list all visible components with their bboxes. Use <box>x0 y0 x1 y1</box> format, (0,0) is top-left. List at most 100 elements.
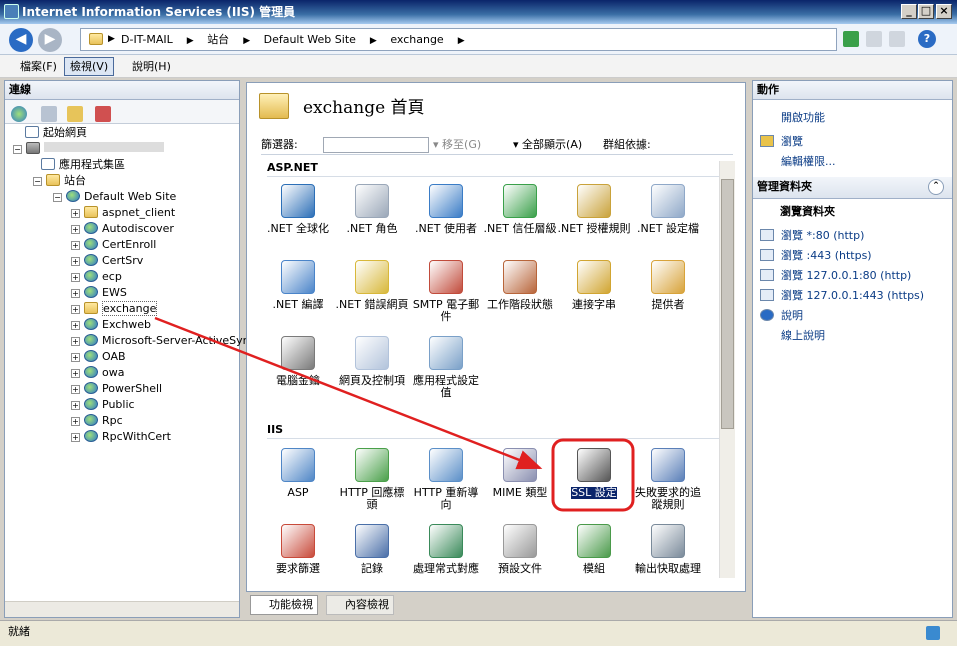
address-breadcrumb[interactable]: ▶ D-IT-MAIL ▶ 站台 ▶ Default Web Site ▶ excha… <box>80 28 837 51</box>
scrollbar-thumb[interactable] <box>721 179 734 429</box>
tree-node[interactable]: + Rpc <box>71 413 123 429</box>
expand-toggle-icon[interactable]: + <box>71 385 80 394</box>
expand-toggle-icon[interactable]: + <box>71 401 80 410</box>
action-explore[interactable]: 開啟功能 <box>781 109 825 125</box>
connect-icon[interactable] <box>11 106 27 122</box>
crumb-exchange[interactable]: exchange <box>390 29 443 50</box>
expand-toggle-icon[interactable]: + <box>71 289 80 298</box>
feature-item[interactable]: .NET 信任層級 <box>483 184 557 235</box>
tree-node[interactable]: + owa <box>71 365 124 381</box>
feature-item[interactable]: ASP <box>261 448 335 499</box>
tab-features-view[interactable]: 功能檢視 <box>250 595 318 615</box>
expand-toggle-icon[interactable]: + <box>71 225 80 234</box>
feature-item[interactable]: 模組 <box>557 524 631 575</box>
disconnect-icon[interactable] <box>95 106 111 122</box>
feature-item[interactable]: SMTP 電子郵件 <box>409 260 483 323</box>
crumb-default-web-site[interactable]: Default Web Site <box>264 29 356 50</box>
menu-file[interactable]: 檔案(F) <box>14 57 63 76</box>
tree-node[interactable]: + EWS <box>71 285 127 301</box>
feature-item[interactable]: .NET 授權規則 <box>557 184 631 235</box>
feature-item[interactable]: HTTP 回應標頭 <box>335 448 409 511</box>
tree-node[interactable]: − Default Web Site <box>53 189 176 205</box>
expand-toggle-icon[interactable]: + <box>71 241 80 250</box>
feature-item[interactable]: 輸出快取處理 <box>631 524 705 575</box>
feature-item[interactable]: 處理常式對應 <box>409 524 483 575</box>
forward-icon[interactable]: ▶ <box>38 28 62 52</box>
menu-view[interactable]: 檢視(V) <box>64 57 115 76</box>
tree-node[interactable]: − 站台 <box>33 173 86 189</box>
tree-node[interactable]: + aspnet_client <box>71 205 175 221</box>
tab-content-view[interactable]: 內容檢視 <box>326 595 394 615</box>
crumb-server[interactable]: D-IT-MAIL <box>121 29 173 50</box>
expand-toggle-icon[interactable]: + <box>71 353 80 362</box>
expand-toggle-icon[interactable]: − <box>13 145 22 154</box>
feature-item[interactable]: 電腦金鑰 <box>261 336 335 387</box>
maximize-button[interactable]: □ <box>918 4 934 19</box>
expand-toggle-icon[interactable]: + <box>71 273 80 282</box>
back-icon[interactable]: ◀ <box>9 28 33 52</box>
tree-node[interactable]: + exchange <box>71 301 158 317</box>
collapse-icon[interactable]: ⌃ <box>928 179 944 195</box>
expand-toggle-icon[interactable]: + <box>71 369 80 378</box>
feature-item[interactable]: 網頁及控制項 <box>335 336 409 387</box>
feature-item[interactable]: 預設文件 <box>483 524 557 575</box>
vertical-scrollbar[interactable] <box>719 161 735 578</box>
filter-input[interactable] <box>323 137 429 153</box>
show-all-button[interactable]: ▾ 全部顯示(A) <box>513 135 582 155</box>
action-edit-permissions[interactable]: 編輯權限... <box>781 153 836 169</box>
tree-node[interactable]: + Exchweb <box>71 317 151 333</box>
browse-link[interactable]: 瀏覽 127.0.0.1:443 (https) <box>781 287 924 303</box>
browse-link[interactable]: 瀏覽 :443 (https) <box>781 247 872 263</box>
tree-node[interactable]: 起始網頁 <box>25 125 87 141</box>
expand-toggle-icon[interactable]: + <box>71 417 80 426</box>
expand-toggle-icon[interactable]: − <box>33 177 42 186</box>
feature-item[interactable]: .NET 角色 <box>335 184 409 235</box>
action-online-help[interactable]: 線上說明 <box>781 327 825 343</box>
stop-icon[interactable] <box>866 31 882 47</box>
expand-toggle-icon[interactable]: + <box>71 209 80 218</box>
group-by-label[interactable]: 群組依據: <box>603 135 651 155</box>
expand-toggle-icon[interactable]: + <box>71 257 80 266</box>
feature-item[interactable]: SSL 設定 <box>557 448 631 499</box>
tree-node[interactable]: + RpcWithCert <box>71 429 171 445</box>
action-help[interactable]: 說明 <box>781 307 803 323</box>
tree-node[interactable]: 應用程式集區 <box>41 157 125 173</box>
goto-button[interactable]: ▾ 移至(G) <box>433 135 481 155</box>
crumb-sites[interactable]: 站台 <box>207 29 229 50</box>
feature-item[interactable]: .NET 設定檔 <box>631 184 705 235</box>
refresh-icon[interactable] <box>843 31 859 47</box>
tree-node[interactable]: + Microsoft-Server-ActiveSync <box>71 333 256 349</box>
tree-node[interactable]: + Autodiscover <box>71 221 174 237</box>
feature-item[interactable]: 失敗要求的追蹤規則 <box>631 448 705 511</box>
close-button[interactable]: × <box>936 4 952 19</box>
feature-item[interactable]: 記錄 <box>335 524 409 575</box>
tree-node[interactable]: + CertEnroll <box>71 237 156 253</box>
horizontal-scrollbar[interactable] <box>5 601 239 617</box>
browse-link[interactable]: 瀏覽 127.0.0.1:80 (http) <box>781 267 911 283</box>
help-icon[interactable]: ? <box>918 30 936 48</box>
feature-item[interactable]: HTTP 重新導向 <box>409 448 483 511</box>
feature-item[interactable]: 要求篩選 <box>261 524 335 575</box>
expand-toggle-icon[interactable]: + <box>71 433 80 442</box>
expand-toggle-icon[interactable]: + <box>71 305 80 314</box>
tree-node[interactable]: − <box>13 141 164 157</box>
feature-item[interactable]: 提供者 <box>631 260 705 311</box>
tree-node[interactable]: + Public <box>71 397 135 413</box>
up-folder-icon[interactable] <box>67 106 83 122</box>
feature-item[interactable]: .NET 編譯 <box>261 260 335 311</box>
feature-item[interactable]: .NET 錯誤網頁 <box>335 260 409 311</box>
browse-link[interactable]: 瀏覽 *:80 (http) <box>781 227 864 243</box>
tree-node[interactable]: + CertSrv <box>71 253 143 269</box>
feature-item[interactable]: .NET 全球化 <box>261 184 335 235</box>
minimize-button[interactable]: _ <box>901 4 917 19</box>
tree-node[interactable]: + ecp <box>71 269 122 285</box>
feature-item[interactable]: 工作階段狀態 <box>483 260 557 311</box>
action-browse[interactable]: 瀏覽 <box>781 133 803 149</box>
expand-toggle-icon[interactable]: − <box>53 193 62 202</box>
tree-node[interactable]: + PowerShell <box>71 381 162 397</box>
feature-item[interactable]: MIME 類型 <box>483 448 557 499</box>
feature-item[interactable]: 連接字串 <box>557 260 631 311</box>
home-icon[interactable] <box>889 31 905 47</box>
save-icon[interactable] <box>41 106 57 122</box>
feature-item[interactable]: 應用程式設定值 <box>409 336 483 399</box>
